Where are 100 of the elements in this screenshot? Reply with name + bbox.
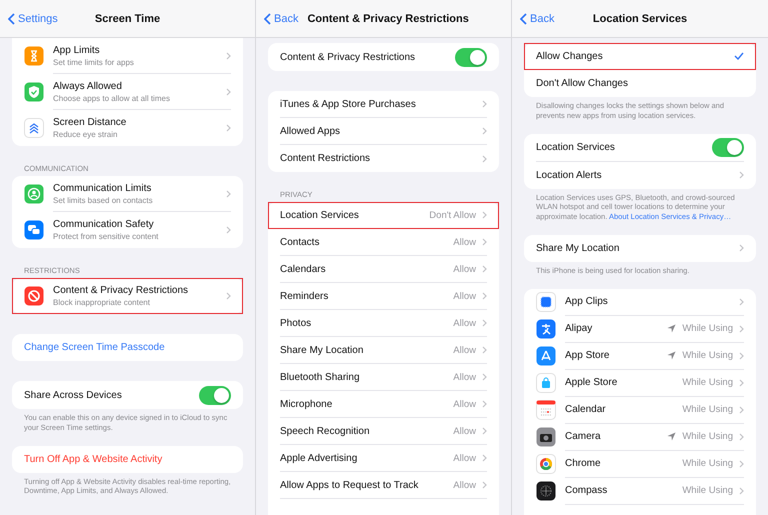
app-name: App Clips [565, 296, 609, 307]
row-title: Share My Location [536, 242, 620, 254]
settings-row[interactable]: App Limits Set time limits for apps [12, 38, 243, 74]
back-button[interactable]: Settings [8, 12, 58, 24]
row-value: While Using [682, 377, 733, 388]
row-title: Reminders [280, 290, 330, 302]
row-value: Allow [453, 426, 476, 436]
compass-icon [536, 481, 556, 501]
chevron-icon [482, 400, 487, 408]
settings-row[interactable]: Photos Allow [268, 310, 499, 337]
row-subtitle: Choose apps to allow at all times [53, 94, 171, 102]
settings-row[interactable]: Share My Location [524, 234, 756, 262]
back-chevron-icon [520, 12, 527, 24]
option-row[interactable]: Don't Allow Changes [524, 70, 756, 97]
app-row[interactable]: App Clips [524, 288, 756, 316]
row-title: App Limits [53, 44, 101, 56]
settings-row[interactable]: Allowed Apps [268, 118, 499, 145]
app-row[interactable]: App Store While Using [524, 342, 756, 370]
settings-row[interactable]: Share My Location Allow [268, 337, 499, 364]
row-value: Allow [453, 236, 476, 248]
settings-row[interactable]: Microphone Allow [268, 391, 499, 418]
settings-row[interactable]: Screen Distance Reduce eye strain [12, 110, 243, 146]
row-title: Calendars [280, 264, 327, 274]
app-store-icon [536, 346, 556, 366]
row-title: Content Restrictions [280, 153, 372, 164]
back-chevron-icon [8, 12, 15, 24]
chevron-icon [482, 346, 487, 354]
app-row[interactable]: Chrome While Using [524, 450, 756, 478]
settings-row[interactable]: Contacts Allow [268, 229, 499, 256]
row-subtitle: Block inappropriate content [53, 298, 151, 307]
row-title: iTunes & App Store Purchases [280, 98, 417, 110]
prohibited-icon [24, 286, 44, 306]
action-link[interactable]: Change Screen Time Passcode [24, 342, 165, 353]
settings-row[interactable]: Content & Privacy Restrictions Block inappropriate content [12, 278, 243, 314]
nav-title: Content & Privacy Restrictions [307, 12, 470, 24]
row-value: While Using [682, 350, 733, 361]
app-row[interactable]: Apple Store While Using [524, 370, 756, 396]
camera-icon [536, 427, 556, 447]
row-title: Allow Apps to Request to Track [280, 480, 420, 490]
app-name: Calendar [565, 404, 607, 415]
app-name: Apple Store [565, 377, 618, 388]
chevron-icon [482, 319, 487, 327]
chevron-icon [739, 352, 744, 360]
settings-row[interactable]: Location Services Don't Allow [268, 202, 499, 229]
row-value: While Using [682, 323, 733, 334]
row-title: Share My Location [280, 344, 364, 356]
settings-row[interactable]: Reminders Allow [268, 283, 499, 310]
chevron-icon [482, 238, 487, 246]
chevron-icon [482, 292, 487, 300]
nav-title: Screen Time [94, 12, 160, 24]
chat-bubbles-icon [24, 220, 44, 240]
chevron-icon [482, 154, 487, 162]
settings-row[interactable]: Content Restrictions [268, 145, 499, 172]
chevron-icon [739, 324, 744, 332]
chevron-icon [739, 460, 744, 468]
app-row[interactable]: Alipay While Using [524, 316, 756, 342]
app-name: Camera [565, 431, 602, 442]
row-value: Allow [453, 398, 476, 410]
location-arrow-icon [667, 432, 676, 441]
row-title: Share Across Devices [24, 390, 123, 400]
row-title: Contacts [280, 236, 320, 248]
chrome-icon [536, 454, 556, 474]
settings-row[interactable]: Allow Apps to Request to Track Allow [268, 472, 499, 499]
back-button[interactable]: Back [264, 12, 298, 24]
settings-row[interactable]: Apple Advertising Allow [268, 445, 499, 472]
chevron-icon [482, 481, 487, 489]
chevron-icon [482, 100, 487, 108]
app-row[interactable]: Calendar While Using [524, 396, 756, 424]
chevrons-up-icon [24, 118, 44, 138]
settings-row[interactable]: Calendars Allow [268, 256, 499, 283]
settings-row[interactable]: Communication Limits Set limits based on contacts [12, 176, 243, 212]
chevron-icon [739, 298, 744, 306]
row-title: Location Services [280, 210, 360, 220]
chevron-icon [739, 378, 744, 386]
toggle-switch[interactable] [199, 386, 231, 404]
row-value: While Using [682, 431, 733, 442]
chevron-icon [482, 127, 487, 135]
settings-row[interactable]: Location Alerts [524, 162, 756, 188]
settings-row[interactable]: Communication Safety Protect from sensitive content [12, 212, 243, 248]
app-name: Alipay [565, 323, 594, 334]
settings-row[interactable]: Bluetooth Sharing Allow [268, 364, 499, 391]
settings-row[interactable]: Always Allowed Choose apps to allow at all times [12, 74, 243, 110]
app-row[interactable]: Compass While Using [524, 478, 756, 504]
row-title: Photos [280, 318, 312, 328]
app-name: App Store [565, 350, 610, 361]
toggle-switch[interactable] [455, 48, 487, 66]
chevron-icon [739, 171, 744, 179]
settings-row[interactable]: Speech Recognition Allow [268, 418, 499, 445]
action-link[interactable]: Turn Off App & Website Activity [24, 454, 162, 464]
option-row[interactable]: Allow Changes [524, 43, 756, 70]
row-value: While Using [682, 485, 733, 496]
chevron-icon [226, 52, 231, 60]
row-title: Microphone [280, 398, 334, 410]
chevron-icon [482, 454, 487, 462]
back-button[interactable]: Back [520, 12, 554, 24]
option-label: Allow Changes [536, 50, 604, 62]
row-title: Allowed Apps [280, 126, 342, 136]
settings-row[interactable]: iTunes & App Store Purchases [268, 91, 499, 118]
toggle-switch[interactable] [712, 138, 744, 156]
app-row[interactable]: Camera While Using [524, 424, 756, 450]
